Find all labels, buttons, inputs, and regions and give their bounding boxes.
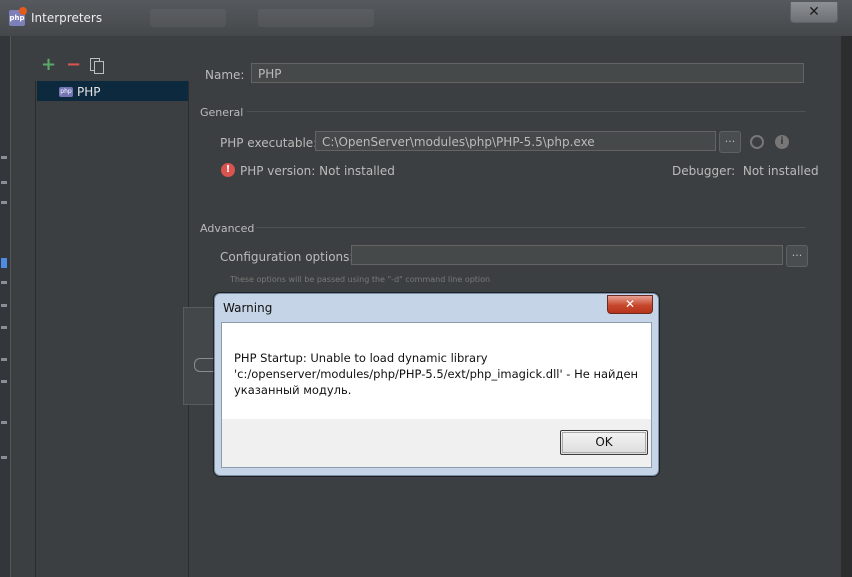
warning-close-button[interactable]: ✕ bbox=[607, 295, 653, 314]
php-icon: php bbox=[59, 86, 73, 97]
php-executable-input[interactable]: C:\OpenServer\modules\php\PHP-5.5\php.ex… bbox=[315, 131, 716, 151]
name-input[interactable]: PHP bbox=[251, 63, 804, 83]
interpreter-list-item-php[interactable]: php PHP bbox=[37, 81, 188, 101]
gutter-mark bbox=[1, 421, 7, 424]
window-titlebar: php Interpreters ✕ bbox=[0, 0, 852, 36]
php-version-status: PHP version: Not installed bbox=[240, 164, 395, 178]
phpstorm-app-icon: php bbox=[9, 7, 27, 26]
warning-dialog: Warning ✕ PHP Startup: Unable to load dy… bbox=[214, 293, 659, 476]
gutter-mark bbox=[1, 281, 7, 284]
gutter-mark bbox=[1, 304, 7, 307]
configuration-options-browse-button[interactable]: ... bbox=[786, 245, 808, 267]
refresh-icon[interactable] bbox=[750, 135, 764, 149]
configuration-options-label: Configuration options: bbox=[220, 250, 354, 264]
configuration-options-hint: These options will be passed using the "… bbox=[230, 275, 491, 284]
remove-interpreter-button[interactable]: − bbox=[66, 56, 81, 74]
php-executable-label: PHP executable: bbox=[220, 136, 318, 150]
ide-left-gutter bbox=[0, 36, 10, 577]
warning-dialog-title: Warning bbox=[223, 301, 273, 315]
interpreter-list: php PHP bbox=[35, 81, 189, 577]
add-interpreter-button[interactable]: + bbox=[41, 56, 56, 74]
ok-button[interactable]: OK bbox=[560, 430, 648, 455]
background-tab bbox=[258, 9, 374, 27]
copy-icon-front bbox=[94, 61, 104, 74]
warning-content: PHP Startup: Unable to load dynamic libr… bbox=[221, 322, 652, 468]
gutter-mark bbox=[1, 326, 7, 329]
gutter-mark bbox=[1, 156, 7, 159]
background-tab bbox=[150, 9, 226, 27]
name-label: Name: bbox=[205, 68, 245, 82]
list-item-label: PHP bbox=[77, 84, 101, 99]
gutter-mark bbox=[1, 380, 7, 383]
advanced-section-header: Advanced bbox=[200, 222, 255, 235]
warning-message: PHP Startup: Unable to load dynamic libr… bbox=[234, 351, 639, 397]
gutter-mark-active bbox=[1, 258, 7, 268]
general-section-header: General bbox=[200, 106, 244, 119]
window-title: Interpreters bbox=[31, 11, 103, 25]
debugger-status: Debugger: Not installed bbox=[672, 164, 819, 178]
configuration-options-input[interactable] bbox=[351, 245, 783, 265]
window-close-button[interactable]: ✕ bbox=[790, 2, 838, 23]
error-icon: ! bbox=[221, 163, 235, 177]
warning-footer: OK bbox=[222, 419, 651, 467]
general-separator bbox=[247, 111, 806, 112]
gutter-mark bbox=[1, 181, 7, 184]
info-icon[interactable]: i bbox=[775, 135, 789, 149]
gutter-mark bbox=[1, 201, 7, 204]
gutter-mark bbox=[1, 358, 7, 361]
gutter-mark bbox=[1, 456, 7, 459]
copy-interpreter-button[interactable] bbox=[90, 58, 104, 74]
advanced-separator bbox=[256, 227, 806, 228]
browse-executable-button[interactable]: ... bbox=[719, 131, 741, 153]
